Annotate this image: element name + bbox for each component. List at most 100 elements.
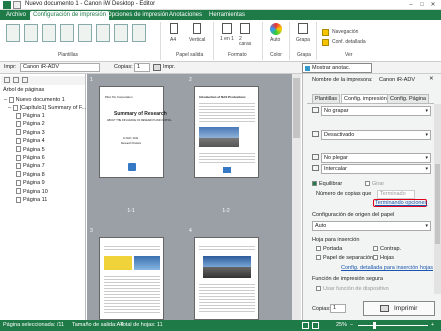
color-icon[interactable] — [270, 23, 282, 35]
template-icon-6[interactable] — [96, 24, 110, 42]
color-mode-label[interactable]: Auto — [270, 37, 280, 43]
layout-label[interactable]: 1 en 1 — [220, 37, 236, 42]
secure-print-checkbox[interactable] — [316, 286, 321, 292]
rotate-checkbox[interactable] — [365, 181, 370, 187]
close-icon[interactable]: ✕ — [429, 1, 437, 9]
orientation-label[interactable]: Vertical — [189, 37, 205, 43]
page-thumbnail[interactable] — [194, 237, 259, 320]
show-annotations-button[interactable]: Mostrar anotac. — [302, 63, 372, 73]
tree-page-item[interactable]: Página 2 — [16, 120, 45, 128]
tree-page-item[interactable]: Página 8 — [16, 171, 45, 179]
staple-dropdown[interactable]: No grapar ▾ — [321, 106, 431, 116]
tree-page-item[interactable]: Página 4 — [16, 137, 45, 145]
bottom-copies-input[interactable]: 1 — [330, 304, 346, 313]
cover-row[interactable]: Portada — [316, 246, 342, 252]
fit-width-icon[interactable] — [312, 322, 319, 329]
tab-tools[interactable]: Herramientas — [206, 11, 248, 20]
print-button-main[interactable]: Imprimir — [363, 301, 435, 316]
print-button[interactable]: Impr. — [163, 64, 175, 70]
equalize-checkbox[interactable] — [312, 181, 317, 187]
fold-dropdown[interactable]: No plegar ▾ — [321, 153, 431, 163]
template-icon-5[interactable] — [78, 24, 92, 42]
tab-templates[interactable]: Plantillas — [312, 94, 341, 103]
rotate-row[interactable]: Girar — [365, 181, 384, 187]
tree-page-label: Página 2 — [23, 121, 45, 128]
page-thumbnail[interactable]: Introduction of NAS Productions — [194, 86, 259, 178]
detailed-settings-icon[interactable] — [322, 39, 329, 46]
copies-per-input[interactable]: Terminado — [377, 190, 415, 199]
settings-scrollbar[interactable] — [434, 104, 441, 294]
scrollbar[interactable] — [292, 74, 301, 320]
paper-size-label[interactable]: A4 — [170, 37, 176, 43]
close-pane-icon[interactable]: ✕ — [429, 76, 434, 82]
duplex-label[interactable]: 2 caras — [239, 37, 253, 47]
tab-page-settings[interactable]: Config. Página — [387, 94, 430, 103]
tab-print-settings[interactable]: Config. impresión — [341, 94, 390, 103]
scroll-thumb[interactable] — [293, 78, 300, 138]
duplex-icon[interactable] — [240, 23, 250, 34]
paper-origin-dropdown[interactable]: Auto ▾ — [312, 221, 431, 231]
quick-access-icon[interactable] — [13, 1, 21, 9]
tree-page-item[interactable]: Página 11 — [16, 196, 47, 204]
tab-archivo[interactable]: Archivo — [3, 11, 29, 20]
template-icon-4[interactable] — [60, 24, 74, 42]
secure-print-row[interactable]: Usar función de dispositivo — [316, 286, 389, 292]
tree-page-item[interactable]: Página 6 — [16, 154, 45, 162]
collapse-icon[interactable] — [13, 77, 19, 83]
expand-icon[interactable] — [4, 77, 10, 83]
zoom-slider[interactable] — [358, 325, 428, 326]
minimize-icon[interactable]: – — [407, 1, 415, 9]
back-cover-checkbox[interactable] — [373, 246, 378, 252]
tree-page-item[interactable]: Página 9 — [16, 179, 45, 187]
layout-icon[interactable] — [222, 23, 232, 34]
navigation-label[interactable]: Navegación — [332, 29, 358, 35]
staple-label[interactable]: Grapa — [296, 37, 310, 43]
printer-name-value: Canon iR-ADV — [379, 77, 416, 83]
template-icon-1[interactable] — [6, 24, 20, 42]
staple-icon[interactable] — [298, 23, 308, 34]
separator-paper-checkbox[interactable] — [316, 255, 321, 261]
page-thumbnail[interactable] — [99, 237, 164, 320]
detailed-settings-label[interactable]: Conf. detallada — [332, 39, 366, 45]
printer-icon[interactable] — [153, 64, 161, 71]
zoom-slider-handle[interactable] — [373, 322, 376, 329]
separator-paper-row[interactable]: Papel de separación — [316, 255, 373, 261]
page-thumbnail[interactable]: Pilot XG Corporation Summary of Research… — [99, 86, 172, 178]
tree-page-item[interactable]: Página 5 — [16, 146, 45, 154]
insert-details-link[interactable]: Config. detallada para inserción hojas — [341, 265, 433, 271]
thumb-author: Research Division — [121, 142, 142, 145]
tree-root[interactable]: – Nuevo documento 1 — [4, 96, 65, 104]
tab-annotations[interactable]: Anotaciones — [166, 11, 205, 20]
cover-checkbox[interactable] — [316, 246, 321, 252]
orientation-icon[interactable] — [193, 23, 201, 34]
navigation-icon[interactable] — [322, 29, 329, 36]
tree-chapter[interactable]: – [Capítulo1] Summary of F... — [8, 104, 86, 112]
equalize-row[interactable]: Equilibrar — [312, 181, 342, 187]
maximize-icon[interactable]: □ — [418, 1, 426, 9]
sheets-row[interactable]: Hojas — [373, 255, 394, 261]
scroll-thumb[interactable] — [435, 164, 440, 244]
collate-dropdown[interactable]: Intercalar ▾ — [321, 164, 431, 174]
sheets-checkbox[interactable] — [373, 255, 378, 261]
zoom-out-icon[interactable]: – — [350, 322, 353, 328]
tree-page-item[interactable]: Página 1 — [16, 112, 45, 120]
tree-page-item[interactable]: Página 10 — [16, 188, 48, 196]
copies-input[interactable]: 1 — [134, 63, 150, 72]
printer-select[interactable]: Canon iR-ADV — [20, 63, 100, 72]
tab-print-options[interactable]: Opciones de impresión — [104, 11, 171, 20]
template-icon-2[interactable] — [24, 24, 38, 42]
tree-page-item[interactable]: Página 3 — [16, 129, 45, 137]
finishing-options-link[interactable]: Terminando opciones — [373, 199, 427, 207]
zoom-in-icon[interactable]: + — [431, 322, 434, 328]
back-cover-row[interactable]: Contrap. — [373, 246, 401, 252]
punch-dropdown[interactable]: Desactivado ▾ — [321, 130, 431, 140]
delete-icon[interactable] — [22, 77, 28, 83]
paper-icon[interactable] — [170, 23, 178, 34]
tree-page-item[interactable]: Página 7 — [16, 162, 45, 170]
template-icon-8[interactable] — [132, 24, 146, 42]
template-icon-3[interactable] — [42, 24, 56, 42]
app-icon — [3, 1, 11, 9]
fit-page-icon[interactable] — [302, 322, 309, 329]
template-icon-7[interactable] — [114, 24, 128, 42]
tab-print-config[interactable]: Configuración de impresión — [30, 11, 110, 20]
